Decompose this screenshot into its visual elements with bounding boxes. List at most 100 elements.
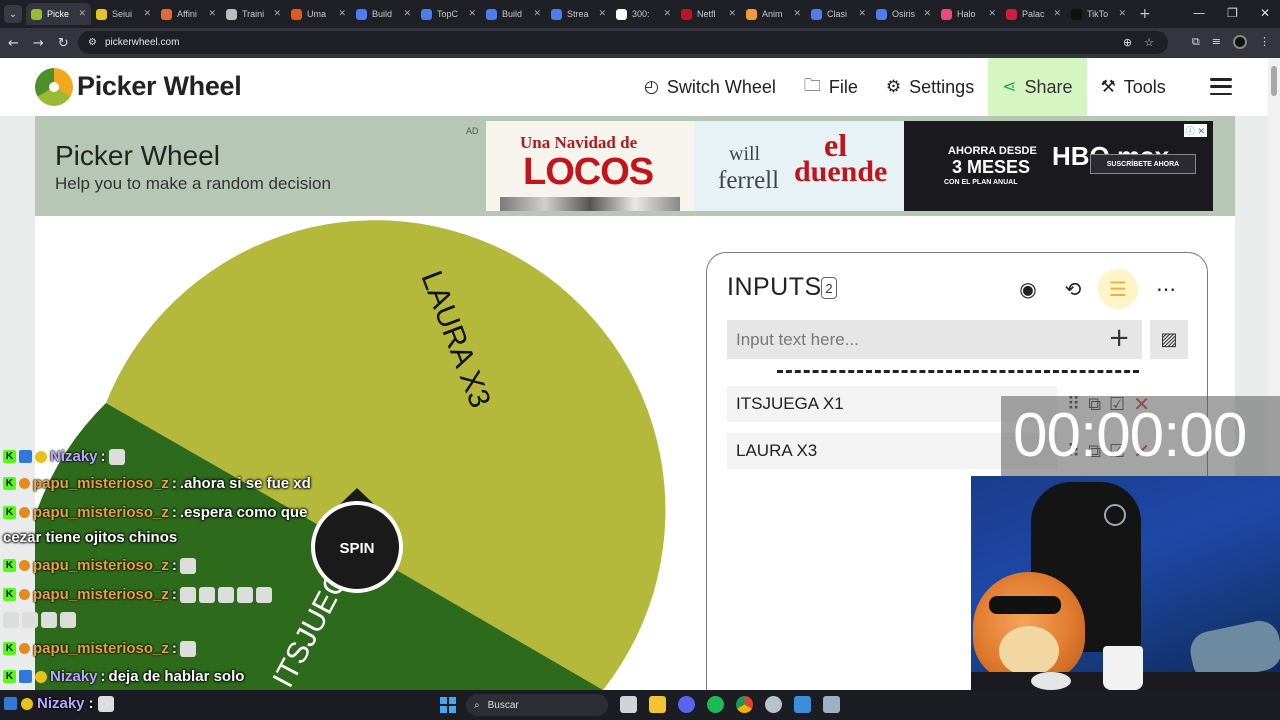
gear-icon: ⚙ [885, 77, 902, 97]
mouse [1031, 672, 1071, 690]
tab-close-icon[interactable]: ✕ [858, 9, 866, 19]
browser-tab[interactable]: Halo ✕ [936, 3, 1001, 25]
chrome-icon[interactable] [736, 696, 753, 713]
new-tab-button[interactable]: + [1139, 6, 1151, 22]
list-view-icon[interactable]: ☰ [1098, 269, 1138, 309]
gift-badge-icon [35, 670, 47, 683]
browser-tab[interactable]: TopC ✕ [416, 3, 481, 25]
add-image-icon[interactable]: ▨ [1150, 320, 1188, 359]
tab-close-icon[interactable]: ✕ [143, 9, 151, 19]
reload-icon[interactable]: ↻ [58, 36, 69, 51]
browser-tab[interactable]: Clasi ✕ [806, 3, 871, 25]
tab-close-icon[interactable]: ✕ [533, 9, 541, 19]
forward-icon[interactable]: → [33, 36, 44, 51]
browser-tab[interactable]: Anim ✕ [741, 3, 806, 25]
ad-panel-elf[interactable]: will el ferrell duende [694, 121, 904, 211]
browser-tab[interactable]: 300: ✕ [611, 3, 676, 25]
tab-close-icon[interactable]: ✕ [273, 9, 281, 19]
extensions-icon[interactable]: ⧉ [1192, 35, 1200, 49]
file-explorer-icon[interactable] [649, 696, 666, 713]
browser-tab[interactable]: TikTo ✕ [1066, 3, 1131, 25]
bookmark-star-icon[interactable]: ☆ [1144, 36, 1154, 49]
browser-tab[interactable]: Seiui ✕ [91, 3, 156, 25]
ad-info-icon[interactable]: ⓘ ✕ [1183, 124, 1207, 137]
tab-close-icon[interactable]: ✕ [208, 9, 216, 19]
advertisement-banner[interactable]: Una Navidad de LOCOS will el ferrell due… [486, 121, 1213, 211]
add-entry-button[interactable]: + [1108, 325, 1130, 351]
chat-emote [198, 586, 215, 603]
windows-start-icon[interactable] [440, 697, 456, 713]
taskbar-search[interactable]: ⌕ Buscar [466, 694, 608, 716]
url-field[interactable]: ⚙ pickerwheel.com ⊕ ☆ [78, 31, 1168, 54]
profile-avatar[interactable] [1233, 35, 1247, 49]
browser-tab[interactable]: Picke ✕ [26, 3, 91, 25]
tab-close-icon[interactable]: ✕ [923, 9, 931, 19]
tab-close-icon[interactable]: ✕ [338, 9, 346, 19]
tab-favicon-icon [226, 8, 237, 20]
tab-close-icon[interactable]: ✕ [468, 9, 476, 19]
tools-button[interactable]: ⚒ Tools [1087, 58, 1180, 116]
chat-emote [60, 612, 76, 628]
tab-close-icon[interactable]: ✕ [728, 9, 736, 19]
zoom-icon[interactable]: ⊕ [1123, 36, 1132, 49]
task-view-icon[interactable] [620, 696, 637, 713]
ad-panel-hbo[interactable]: AHORRA DESDE 3 MESES CON EL PLAN ANUAL H… [904, 121, 1213, 211]
browser-tab[interactable]: Osiris ✕ [871, 3, 936, 25]
tab-close-icon[interactable]: ✕ [988, 9, 996, 19]
tab-close-icon[interactable]: ✕ [1118, 9, 1126, 19]
tab-close-icon[interactable]: ✕ [1053, 9, 1061, 19]
calculator-icon[interactable] [823, 696, 840, 713]
more-options-icon[interactable]: ⋯ [1152, 275, 1180, 303]
browser-tab[interactable]: Uma ✕ [286, 3, 351, 25]
spotify-icon[interactable] [707, 696, 724, 713]
browser-tab[interactable]: Traini ✕ [221, 3, 286, 25]
window-controls: — ❐ ✕ [1193, 6, 1270, 20]
browser-tab[interactable]: Netfl ✕ [676, 3, 741, 25]
picker-wheel-logo[interactable] [35, 68, 73, 106]
ad-subscribe-button[interactable]: SUSCRÍBETE AHORA [1090, 154, 1196, 174]
chat-message-continuation: cezar tiene ojitos chinos [3, 529, 177, 546]
hamburger-menu-icon[interactable] [1210, 78, 1232, 95]
switch-wheel-button[interactable]: ◴ Switch Wheel [630, 58, 790, 116]
settings-button[interactable]: ⚙ Settings [872, 58, 988, 116]
share-button[interactable]: ⋖ Share [988, 58, 1087, 116]
tab-favicon-icon [1006, 8, 1017, 20]
eye-icon[interactable]: ◉ [1014, 275, 1042, 303]
tab-close-icon[interactable]: ✕ [78, 9, 86, 19]
shuffle-icon[interactable]: ⟲ [1059, 275, 1087, 303]
browser-tab[interactable]: Palac ✕ [1001, 3, 1066, 25]
tab-close-icon[interactable]: ✕ [598, 9, 606, 19]
tab-favicon-icon [746, 8, 757, 20]
scrollbar-thumb[interactable] [1271, 66, 1277, 96]
tab-close-icon[interactable]: ✕ [793, 9, 801, 19]
discord-icon[interactable] [678, 696, 695, 713]
browser-tab[interactable]: Build ✕ [351, 3, 416, 25]
user-badge-icon [19, 589, 30, 600]
switch-wheel-icon: ◴ [644, 77, 659, 97]
browser-tab[interactable]: Affini ✕ [156, 3, 221, 25]
tab-favicon-icon [486, 8, 497, 20]
site-info-icon[interactable]: ⚙ [88, 37, 97, 48]
file-button[interactable]: 🗀 File [790, 58, 872, 116]
kick-badge-icon: K [3, 642, 16, 655]
ad-panel-movie[interactable]: Una Navidad de LOCOS [486, 121, 694, 211]
tab-search-icon[interactable]: ⌄ [4, 5, 22, 23]
ad-save-text: AHORRA DESDE [948, 145, 1037, 157]
back-icon[interactable]: ← [8, 36, 19, 51]
close-window-icon[interactable]: ✕ [1260, 6, 1270, 20]
notepad-icon[interactable] [794, 696, 811, 713]
tab-close-icon[interactable]: ✕ [403, 9, 411, 19]
brand-name[interactable]: Picker Wheel [77, 71, 242, 102]
browser-tab[interactable]: Strea ✕ [546, 3, 611, 25]
tab-close-icon[interactable]: ✕ [663, 9, 671, 19]
input-text-field[interactable] [736, 329, 1096, 350]
browser-menu-icon[interactable]: ⋮ [1259, 35, 1270, 49]
maximize-icon[interactable]: ❐ [1227, 6, 1238, 20]
media-icon[interactable]: ≡ [1212, 35, 1221, 49]
tab-label: Build [502, 9, 523, 19]
chat-text: cezar tiene ojitos chinos [3, 529, 178, 546]
tab-favicon-icon [1071, 8, 1082, 20]
minimize-icon[interactable]: — [1193, 6, 1205, 20]
browser-tab[interactable]: Build ✕ [481, 3, 546, 25]
settings-app-icon[interactable] [765, 696, 782, 713]
